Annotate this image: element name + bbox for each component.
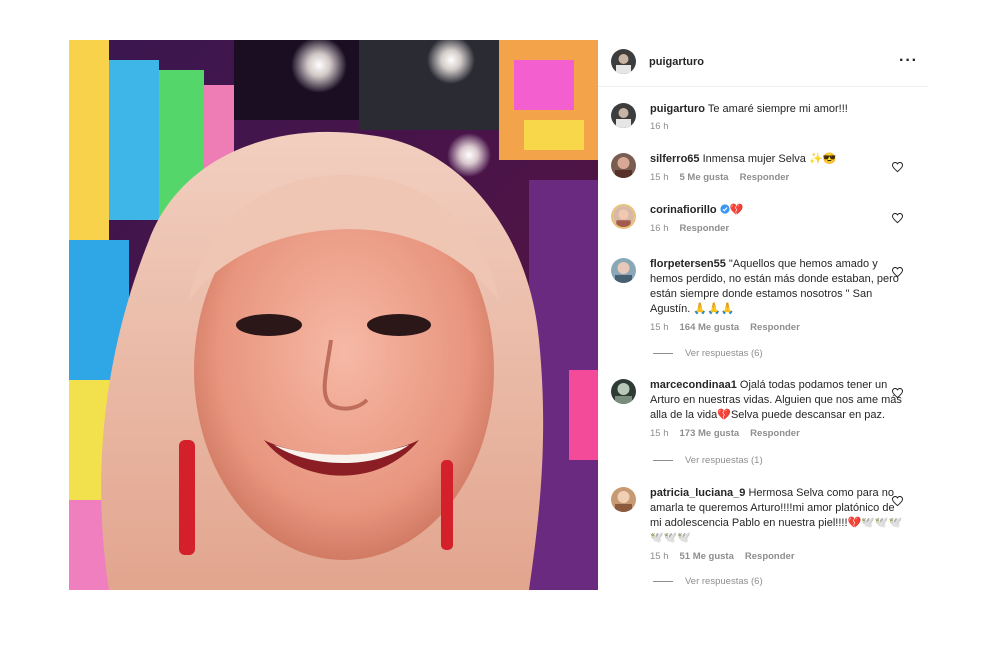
comment-item: silferro65 Inmensa mujer Selva ✨😎 15 h 5 …	[611, 152, 911, 192]
caption-username[interactable]: puigarturo	[650, 103, 705, 115]
comment-item: florpetersen55 "Aquellos que hemos amado…	[611, 257, 911, 337]
reply-button[interactable]: Responder	[740, 172, 790, 183]
comment-likes[interactable]: 164 Me gusta	[680, 322, 740, 333]
replies-line	[653, 352, 673, 354]
comment-text: 💔	[729, 204, 744, 216]
reply-button[interactable]: Responder	[745, 551, 795, 562]
commenter-avatar[interactable]	[611, 258, 636, 283]
post-photo[interactable]	[69, 40, 598, 590]
comment-username[interactable]: patricia_luciana_9	[650, 487, 745, 499]
comments-panel: puigarturo ··· puigarturo Te amaré siemp…	[598, 40, 928, 590]
author-username[interactable]: puigarturo	[649, 56, 704, 68]
view-replies-label: Ver respuestas (1)	[685, 455, 763, 466]
view-replies-label: Ver respuestas (6)	[685, 576, 763, 587]
comment-item: patricia_luciana_9 Hermosa Selva como pa…	[611, 486, 911, 566]
view-replies-button[interactable]: Ver respuestas (1)	[653, 455, 763, 466]
comment-username[interactable]: corinafiorillo	[650, 204, 717, 216]
like-heart-icon[interactable]	[892, 388, 903, 399]
view-replies-button[interactable]: Ver respuestas (6)	[653, 348, 763, 359]
verified-badge-icon	[720, 204, 730, 214]
caption: puigarturo Te amaré siempre mi amor!!! 1…	[611, 102, 911, 142]
commenter-avatar[interactable]	[611, 379, 636, 404]
comment-username[interactable]: marcecondinaa1	[650, 379, 737, 391]
view-replies-button[interactable]: Ver respuestas (6)	[653, 576, 763, 587]
reply-button[interactable]: Responder	[750, 322, 800, 333]
commenter-avatar[interactable]	[611, 204, 636, 229]
comment-time: 15 h	[650, 428, 669, 439]
comment-time: 15 h	[650, 551, 669, 562]
caption-text: Te amaré siempre mi amor!!!	[707, 103, 848, 115]
replies-line	[653, 580, 673, 582]
like-heart-icon[interactable]	[892, 162, 903, 173]
like-heart-icon[interactable]	[892, 213, 903, 224]
post-photo-image	[69, 40, 598, 590]
commenter-avatar[interactable]	[611, 153, 636, 178]
reply-button[interactable]: Responder	[680, 223, 730, 234]
comment-time: 16 h	[650, 223, 669, 234]
comment-likes[interactable]: 5 Me gusta	[680, 172, 729, 183]
comment-item: corinafiorillo 💔 16 h Responder	[611, 203, 911, 243]
reply-button[interactable]: Responder	[750, 428, 800, 439]
comment-item: marcecondinaa1 Ojalá todas podamos tener…	[611, 378, 911, 444]
view-replies-label: Ver respuestas (6)	[685, 348, 763, 359]
commenter-avatar[interactable]	[611, 487, 636, 512]
more-options-icon[interactable]: ···	[899, 53, 918, 69]
replies-line	[653, 459, 673, 461]
comment-username[interactable]: silferro65	[650, 153, 700, 165]
author-avatar[interactable]	[611, 49, 636, 74]
post-header: puigarturo ···	[598, 40, 928, 87]
comment-likes[interactable]: 51 Me gusta	[680, 551, 734, 562]
comment-text: Inmensa mujer Selva ✨😎	[702, 153, 837, 165]
comment-likes[interactable]: 173 Me gusta	[680, 428, 740, 439]
caption-avatar[interactable]	[611, 103, 636, 128]
comment-time: 15 h	[650, 322, 669, 333]
comment-username[interactable]: florpetersen55	[650, 258, 726, 270]
like-heart-icon[interactable]	[892, 267, 903, 278]
caption-time: 16 h	[650, 121, 669, 132]
like-heart-icon[interactable]	[892, 496, 903, 507]
comment-time: 15 h	[650, 172, 669, 183]
